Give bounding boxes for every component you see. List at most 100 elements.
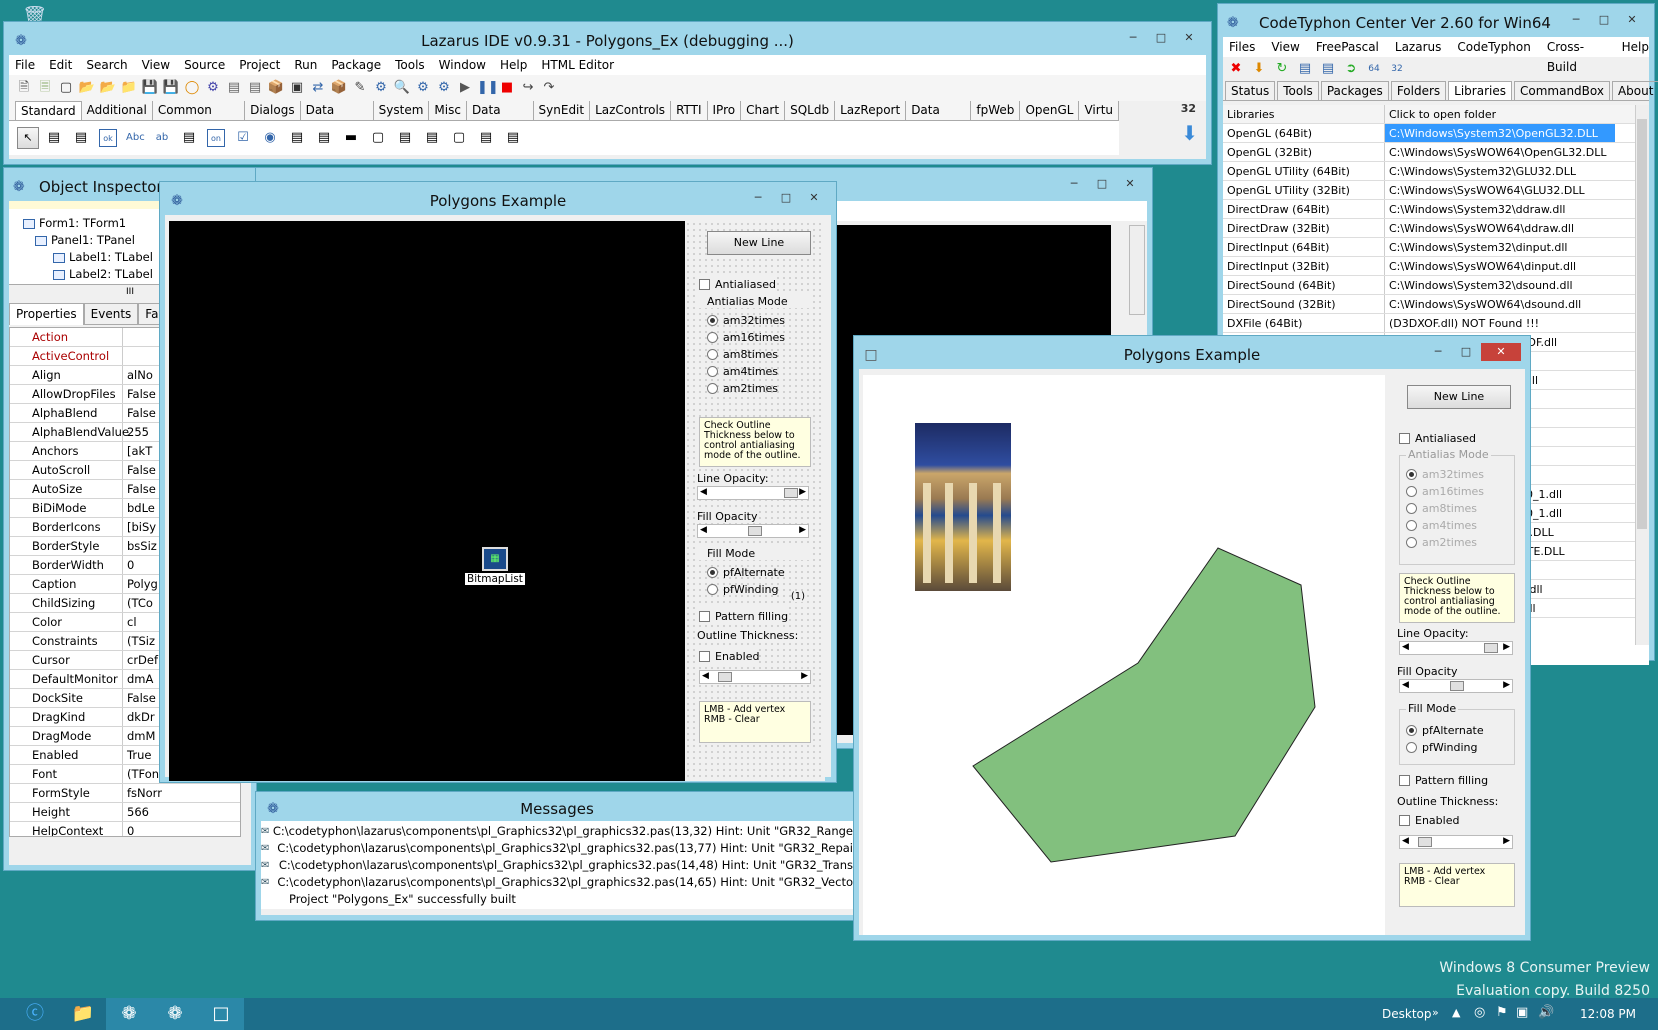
library-path[interactable]: C:\Windows\SysWOW64\OpenGL32.DLL <box>1385 143 1607 161</box>
palette-tab-lazcontrols[interactable]: LazControls <box>590 101 672 120</box>
palette-tab-data-controls[interactable]: Data Controls <box>301 101 374 120</box>
property-value[interactable]: bsSiz <box>122 537 162 555</box>
radio-am16times[interactable]: am16times <box>707 329 811 346</box>
property-row[interactable]: FormStyle fsNormal <box>10 784 240 803</box>
new-file-icon[interactable]: 🗎 <box>15 79 33 97</box>
library-path[interactable]: C:\Windows\System32\dinput.dll <box>1385 238 1568 256</box>
palette-tab-ipro[interactable]: IPro <box>708 101 742 120</box>
toggle-form-icon[interactable]: ▤ <box>246 79 264 97</box>
palette-tab-data-export[interactable]: Data Export <box>906 101 972 120</box>
close-button[interactable]: ✕ <box>1117 175 1143 193</box>
maximize-button[interactable]: □ <box>1591 11 1617 29</box>
groupbox-component-icon[interactable]: ▢ <box>369 129 387 147</box>
run-canvas[interactable] <box>863 375 1385 935</box>
step-over-icon[interactable]: ↷ <box>540 79 558 97</box>
maximize-button[interactable]: □ <box>1453 343 1479 361</box>
menu-item-window[interactable]: Window <box>439 55 486 75</box>
stop-icon[interactable]: ■ <box>498 79 516 97</box>
actionlist-component-icon[interactable]: ▤ <box>504 129 522 147</box>
menu-item-file[interactable]: File <box>15 55 35 75</box>
library-path[interactable]: (D3DXOF.dll) NOT Found !!! <box>1385 314 1539 332</box>
radio-am2times[interactable]: am2times <box>707 380 811 397</box>
palette-tab-common-controls[interactable]: Common Controls <box>153 101 246 120</box>
tray-flag-icon[interactable]: ⚑ <box>1496 1005 1508 1020</box>
run-enabled-checkbox[interactable]: Enabled <box>1399 811 1459 829</box>
close-file-icon[interactable]: ◯ <box>183 79 201 97</box>
message-line[interactable]: ✉ C:\codetyphon\lazarus\components\pl_Gra… <box>261 823 853 840</box>
menu-item-html-editor[interactable]: HTML Editor <box>541 55 614 75</box>
palette-tab-data-access[interactable]: Data Access <box>467 101 534 120</box>
tray-up-icon[interactable]: ▲ <box>1452 1006 1460 1019</box>
settings-icon[interactable]: ⚙ <box>435 79 453 97</box>
maximize-button[interactable]: □ <box>773 189 799 207</box>
radio-pfwinding[interactable]: pfWinding <box>1406 739 1514 756</box>
close-button[interactable]: ✕ <box>1619 11 1645 29</box>
message-line[interactable]: ✉ C:\codetyphon\lazarus\components\pl_Gra… <box>261 840 853 857</box>
project-options-icon[interactable]: ⚙ <box>372 79 390 97</box>
windows-icon[interactable]: ▣ <box>288 79 306 97</box>
radiogroup-component-icon[interactable]: ▤ <box>396 129 414 147</box>
radiobutton-component-icon[interactable]: ◉ <box>261 129 279 147</box>
radio-pfalternate[interactable]: pfAlternate <box>1406 722 1514 739</box>
property-value[interactable]: dkDr <box>122 708 162 726</box>
libraries-scrollbar[interactable] <box>1635 105 1649 645</box>
property-value[interactable]: False <box>122 461 162 479</box>
run-icon[interactable]: ▶ <box>456 79 474 97</box>
open-icon[interactable]: 📂 <box>78 79 96 97</box>
radio-pfalternate[interactable]: pfAlternate <box>707 564 811 581</box>
property-value[interactable]: dmM <box>122 727 162 745</box>
new-form-icon[interactable]: ▢ <box>57 79 75 97</box>
tray-network-icon[interactable]: ◎ <box>1474 1005 1485 1020</box>
clock[interactable]: 12:08 PM <box>1580 1007 1636 1021</box>
property-value[interactable]: crDef <box>122 651 162 669</box>
scrollbar-component-icon[interactable]: ▬ <box>342 129 360 147</box>
minimize-button[interactable]: ─ <box>1120 29 1146 47</box>
close-button[interactable]: ✕ <box>801 189 827 207</box>
menu-item-tools[interactable]: Tools <box>395 55 425 75</box>
panel-component-icon[interactable]: ▢ <box>450 129 468 147</box>
view-units-icon[interactable]: ⚙ <box>204 79 222 97</box>
frame-component-icon[interactable]: ▤ <box>477 129 495 147</box>
ct-tab-folders[interactable]: Folders <box>1390 81 1447 100</box>
ct-tab-status[interactable]: Status <box>1225 81 1276 100</box>
pause-icon[interactable]: ❚❚ <box>477 79 499 97</box>
library-row[interactable]: DXFile (64Bit) (D3DXOF.dll) NOT Found !!! <box>1223 314 1649 333</box>
checkbox-component-icon[interactable]: ☑ <box>234 129 252 147</box>
design-pattern-checkbox[interactable]: Pattern filling <box>699 607 789 625</box>
minimize-button[interactable]: ─ <box>1061 175 1087 193</box>
refresh-icon[interactable]: ↻ <box>1273 60 1291 78</box>
ie-icon[interactable]: ⓒ <box>12 998 58 1030</box>
package-icon[interactable]: 📦 <box>330 79 348 97</box>
win64-icon[interactable]: 64 <box>1365 60 1383 78</box>
library-path[interactable]: C:\Windows\System32\ddraw.dll <box>1385 200 1565 218</box>
palette-tab-misc[interactable]: Misc <box>429 101 467 120</box>
popupmenu-component-icon[interactable]: ▤ <box>72 129 90 147</box>
palette-tab-system[interactable]: System <box>374 101 430 120</box>
debug-icon[interactable]: ⚙ <box>414 79 432 97</box>
message-line[interactable]: Project "Polygons_Ex" successfully built <box>261 891 853 908</box>
label-component-icon[interactable]: Abc <box>126 129 145 147</box>
palette-tab-lazreport[interactable]: LazReport <box>835 101 907 120</box>
palette-tab-opengl[interactable]: OpenGL <box>1020 101 1080 120</box>
design-new-line-button[interactable]: New Line <box>707 231 811 255</box>
property-value[interactable]: bdLe <box>122 499 162 517</box>
property-row[interactable]: HelpContext 0 <box>10 822 240 836</box>
palette-tab-chart[interactable]: Chart <box>741 101 786 120</box>
win32-icon[interactable]: 32 <box>1388 60 1406 78</box>
menu-item-search[interactable]: Search <box>86 55 127 75</box>
design-outline-slider[interactable]: ◀ ▶ <box>699 670 811 684</box>
desktop-toolbar-label[interactable]: Desktop <box>1382 1007 1432 1021</box>
palette-tab-rtti[interactable]: RTTI <box>671 101 708 120</box>
library-row[interactable]: DirectInput (64Bit) C:\Windows\System32\d… <box>1223 238 1649 257</box>
menu-item-help[interactable]: Help <box>500 55 527 75</box>
lazarus-task-icon[interactable]: ❁ <box>152 998 198 1030</box>
ct-menu-codetyphon[interactable]: CodeTyphon <box>1457 37 1530 57</box>
library-path[interactable]: C:\Windows\SysWOW64\dsound.dll <box>1385 295 1581 313</box>
library-row[interactable]: OpenGL UTility (32Bit) C:\Windows\SysWOW6… <box>1223 181 1649 200</box>
ct-menu-lazarus[interactable]: Lazarus <box>1395 37 1441 57</box>
property-value[interactable]: 0 <box>122 822 162 836</box>
polygons-task-icon[interactable]: □ <box>198 998 244 1030</box>
maximize-button[interactable]: □ <box>1089 175 1115 193</box>
message-line[interactable]: ✉ C:\codetyphon\lazarus\components\pl_Gra… <box>261 874 853 891</box>
ct-tab-about[interactable]: About <box>1611 81 1658 100</box>
